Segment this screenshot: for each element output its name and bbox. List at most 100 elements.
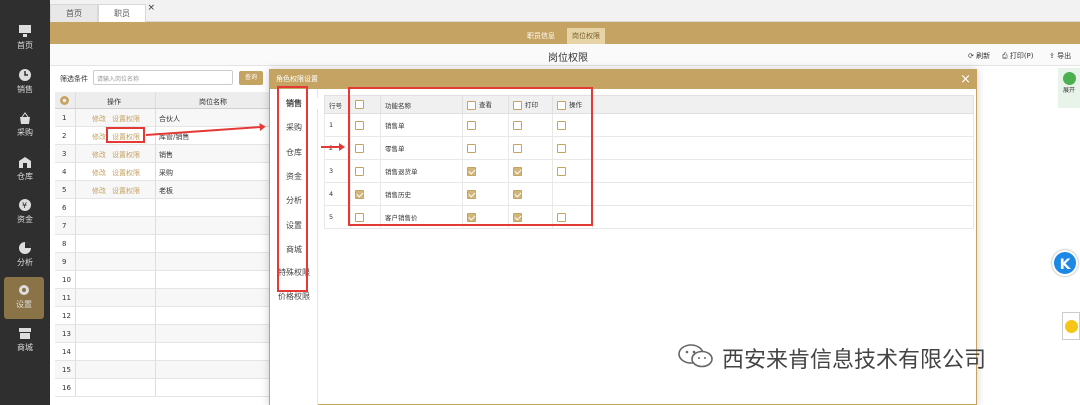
sidebar-item-label: 仓库 [17,172,33,181]
sub-tab-strip: 职员信息 岗位权限 [50,22,1080,44]
table-header: 操作 岗位名称 [55,92,275,109]
row-number: 3 [324,159,351,183]
annotation-box-category-tabs [277,86,308,292]
set-permission-link[interactable]: 设置权限 [112,168,140,178]
feedback-button[interactable] [1062,312,1080,340]
print-button[interactable]: ⎙ 打印(P) [1002,51,1034,61]
tab-staff[interactable]: 职员 × [98,3,155,22]
edit-link[interactable]: 修改 [92,150,106,160]
refresh-button[interactable]: ⟳ 刷新 [968,51,990,61]
position-search-input[interactable]: 请输入岗位名称 [93,70,233,85]
position-name: 销售 [159,151,173,159]
kingdee-badge-icon[interactable]: K [1052,250,1078,276]
edit-link[interactable]: 修改 [92,132,106,142]
sidebar-item-store[interactable]: 商城 [0,320,50,362]
edit-link[interactable]: 修改 [92,186,106,196]
sidebar-item-purchase[interactable]: 采购 [0,105,50,147]
table-row: 10 [55,271,275,289]
set-permission-link[interactable]: 设置权限 [112,150,140,160]
table-row: 16 [55,379,275,397]
store-icon [19,328,31,339]
row-number: 7 [62,222,67,230]
annotation-box-set-permission [106,127,145,143]
set-permission-link[interactable]: 设置权限 [112,114,140,124]
table-row: 1 修改 设置权限 合伙人 [55,109,275,127]
close-icon[interactable]: × [147,0,155,17]
annotation-arrow [321,143,345,151]
table-row: 9 [55,253,275,271]
query-button[interactable]: 查询 [239,71,263,85]
row-number: 2 [324,136,351,160]
table-row: 2 修改 设置权限 库管/销售 [55,127,275,145]
table-row: 13 [55,325,275,343]
close-icon[interactable]: × [960,70,971,89]
row-number: 5 [62,186,67,194]
row-number: 1 [324,113,351,137]
table-row: 7 [55,217,275,235]
sidebar-item-sales[interactable]: 销售 [0,62,50,104]
row-number: 10 [62,276,71,284]
row-number: 3 [62,150,67,158]
position-table: 操作 岗位名称 1 修改 设置权限 合伙人 2 修改 设置权限 库管/销售 3 修改 设置权限 销售 4… [55,92,275,397]
row-number: 4 [324,182,351,206]
sidebar-item-funds[interactable]: ¥ 资金 [0,192,50,234]
row-number: 8 [62,240,67,248]
row-number: 11 [62,294,71,302]
company-watermark: 西安来肯信息技术有限公司 [722,348,987,373]
table-row: 4 修改 设置权限 采购 [55,163,275,181]
filter-label: 筛选条件 [60,75,88,83]
sidebar-item-analysis[interactable]: 分析 [0,235,50,277]
svg-text:¥: ¥ [22,201,27,210]
row-number: 12 [62,312,71,320]
row-number: 9 [62,258,67,266]
sidebar-item-label: 商城 [17,343,33,352]
table-row: 15 [55,361,275,379]
expand-panel-button[interactable]: 展开 [1058,68,1080,108]
monitor-icon [19,25,31,37]
table-row: 11 [55,289,275,307]
annotation-box-permission-grid [348,87,593,226]
export-button[interactable]: ⇪ 导出 [1049,51,1071,61]
sidebar-item-warehouse[interactable]: 仓库 [0,149,50,191]
col-header-operation: 操作 [107,98,121,106]
gear-icon [19,285,29,295]
sidebar-item-settings[interactable]: 设置 [4,277,44,319]
expand-icon [1062,72,1076,85]
wechat-icon [678,344,713,368]
money-icon: ¥ [19,199,31,211]
table-row: 3 修改 设置权限 销售 [55,145,275,163]
set-permission-link[interactable]: 设置权限 [112,186,140,196]
sidebar-item-home[interactable]: 首页 [0,18,50,60]
table-row: 12 [55,307,275,325]
page-title: 岗位权限 [548,53,588,64]
table-row: 8 [55,235,275,253]
sidebar-item-label: 分析 [17,258,33,267]
gear-icon[interactable] [59,95,70,106]
position-name: 老板 [159,187,173,195]
row-number: 2 [62,132,67,140]
row-number: 1 [62,114,67,122]
tab-bar: 首页 职员 × [50,0,1080,22]
sidebar-item-label: 首页 [17,41,33,50]
tab-home[interactable]: 首页 [50,4,98,22]
tab-price-permission[interactable]: 价格权限 [270,291,318,302]
row-number: 16 [62,384,71,392]
page-header: 岗位权限 ⟳ 刷新 ⎙ 打印(P) ⇪ 导出 [50,44,1080,66]
left-sidebar: 首页 销售 采购 仓库 ¥ 资金 分析 设置 商城 [0,0,50,405]
subtab-position-permission[interactable]: 岗位权限 [567,28,605,44]
pie-icon [19,242,31,254]
row-number: 6 [62,204,67,212]
smile-icon [1065,320,1078,333]
sidebar-item-label: 采购 [17,128,33,137]
table-row: 5 修改 设置权限 老板 [55,181,275,199]
row-number: 13 [62,330,71,338]
edit-link[interactable]: 修改 [92,114,106,124]
sidebar-item-label: 销售 [17,85,33,94]
col-row-number: 行号 [324,95,351,114]
position-name: 合伙人 [159,115,180,123]
table-row: 6 [55,199,275,217]
subtab-staff-info[interactable]: 职员信息 [522,28,560,44]
sidebar-item-label: 资金 [17,215,33,224]
dialog-title: 角色权限设置 [276,75,318,83]
edit-link[interactable]: 修改 [92,168,106,178]
